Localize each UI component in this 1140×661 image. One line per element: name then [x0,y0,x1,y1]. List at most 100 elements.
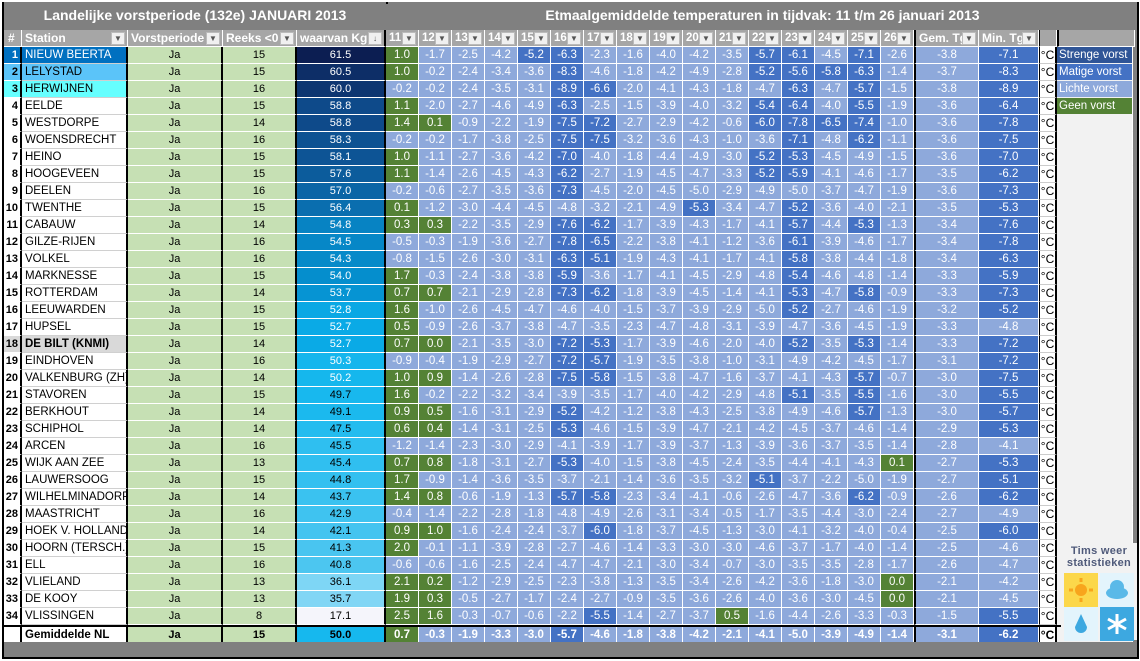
station-name[interactable]: WIJK AAN ZEE [22,455,128,472]
header-day-17[interactable]: 17 ▼ [584,30,617,47]
temp-cell-day-20: -3.7 [683,608,716,625]
filter-dropdown-icon[interactable]: ▼ [534,32,548,45]
station-name[interactable]: DE KOOY [22,591,128,608]
station-name[interactable]: HEINO [22,149,128,166]
filter-dropdown-icon[interactable]: ▼ [765,32,779,45]
header-day-16[interactable]: 16 ▼ [551,30,584,47]
filter-dropdown-icon[interactable]: ▼ [897,32,911,45]
header-reeks[interactable]: Reeks <0 ▼ [223,30,297,47]
station-name[interactable]: HOORN (TERSCH.) [22,540,128,557]
temp-cell-day-21: -0.6 [716,489,749,506]
station-name[interactable]: SCHIPHOL [22,421,128,438]
header-day-23[interactable]: 23 ▼ [782,30,815,47]
station-name[interactable]: CABAUW [22,217,128,234]
header-day-11[interactable]: 11 ▼ [386,30,419,47]
station-name[interactable]: HOEK V. HOLLAND [22,523,128,540]
header-day-19[interactable]: 19 ▼ [650,30,683,47]
header-day-21[interactable]: 21 ▼ [716,30,749,47]
filter-dropdown-icon[interactable]: ▼ [111,32,125,45]
filter-dropdown-icon[interactable]: ▼ [732,32,746,45]
header-day-18[interactable]: 18 ▼ [617,30,650,47]
filter-dropdown-icon[interactable]: ▼ [468,32,482,45]
unit-celsius: °C [1039,540,1057,557]
station-name[interactable]: LELYSTAD [22,64,128,81]
temp-cell-day-20: -4.1 [683,234,716,251]
filter-dropdown-icon[interactable]: ▼ [633,32,647,45]
header-station[interactable]: Station ▼ [22,30,128,47]
station-name[interactable]: TWENTHE [22,200,128,217]
filter-dropdown-icon[interactable]: ▼ [666,32,680,45]
temp-cell-day-14: -4.5 [485,166,518,183]
header-day-22[interactable]: 22 ▼ [749,30,782,47]
temp-cell-day-17: -4.0 [584,455,617,472]
vorstperiode-cell: Ja [128,302,223,319]
station-name[interactable]: VLISSINGEN [22,608,128,625]
station-name[interactable]: VLIELAND [22,574,128,591]
filter-dropdown-icon[interactable]: ▼ [567,32,581,45]
temp-cell-day-11: 0.5 [386,319,419,336]
station-name[interactable]: HUPSEL [22,319,128,336]
station-name[interactable]: ROTTERDAM [22,285,128,302]
filter-dropdown-icon[interactable]: ▼ [600,32,614,45]
station-name[interactable]: WILHELMINADORP [22,489,128,506]
station-name[interactable]: ARCEN [22,438,128,455]
station-name[interactable]: WESTDORPE [22,115,128,132]
filter-dropdown-icon[interactable]: ▼ [501,32,515,45]
filter-dropdown-icon[interactable]: ▼ [280,32,294,45]
temp-cell-day-18: -1.9 [617,166,650,183]
station-name[interactable]: HERWIJNEN [22,81,128,98]
header-day-20[interactable]: 20 ▼ [683,30,716,47]
sort-descending-icon[interactable]: ↓ [368,32,382,45]
station-name[interactable]: ELL [22,557,128,574]
station-name[interactable]: MARKNESSE [22,268,128,285]
station-name[interactable]: BERKHOUT [22,404,128,421]
station-name[interactable]: VOLKEL [22,251,128,268]
temp-cell-day-26: -1.9 [881,302,914,319]
station-name[interactable]: MAASTRICHT [22,506,128,523]
filter-dropdown-icon[interactable]: ▼ [864,32,878,45]
filter-dropdown-icon[interactable]: ▼ [402,32,416,45]
min-tg-cell: -5.3 [979,200,1039,217]
filter-dropdown-icon[interactable]: ▼ [798,32,812,45]
temp-cell-day-26: -1.7 [881,353,914,370]
temp-cell-day-11: 1.1 [386,166,419,183]
header-day-26[interactable]: 26 ▼ [881,30,914,47]
header-day-13[interactable]: 13 ▼ [452,30,485,47]
header-day-12[interactable]: 12 ▼ [419,30,452,47]
header-day-15[interactable]: 15 ▼ [518,30,551,47]
station-name[interactable]: DEELEN [22,183,128,200]
station-name[interactable]: DE BILT (KNMI) [22,336,128,353]
filter-dropdown-icon[interactable]: ▼ [699,32,713,45]
header-day-14[interactable]: 14 ▼ [485,30,518,47]
filter-dropdown-icon[interactable]: ▼ [206,32,220,45]
filter-dropdown-icon[interactable]: ▼ [831,32,845,45]
header-gem-tg[interactable]: Gem. Tg ▼ [914,30,979,47]
station-name[interactable]: STAVOREN [22,387,128,404]
temp-cell-day-20: -4.5 [683,285,716,302]
station-name[interactable]: WOENSDRECHT [22,132,128,149]
station-name[interactable]: LAUWERSOOG [22,472,128,489]
station-name[interactable]: EINDHOVEN [22,353,128,370]
station-name[interactable]: NIEUW BEERTA [22,47,128,64]
filter-dropdown-icon[interactable]: ▼ [962,32,976,45]
header-day-25[interactable]: 25 ▼ [848,30,881,47]
temp-cell-day-25: -4.0 [848,200,881,217]
temp-cell-day-26: -1.9 [881,319,914,336]
station-name[interactable]: LEEUWARDEN [22,302,128,319]
header-min-tg[interactable]: Min. Tg ▼ [979,30,1039,47]
header-vorstperiode[interactable]: Vorstperiode ▼ [128,30,223,47]
unit-celsius: °C [1039,319,1057,336]
temp-cell-day-20: -4.2 [683,115,716,132]
temp-cell-day-19: -3.9 [650,217,683,234]
temp-cell-day-26: -1.8 [881,251,914,268]
header-kg[interactable]: waarvan Kg ↓ [297,30,386,47]
station-name[interactable]: GILZE-RIJEN [22,234,128,251]
filter-dropdown-icon[interactable]: ▼ [1022,32,1036,45]
station-name[interactable]: VALKENBURG (ZH) [22,370,128,387]
station-name[interactable]: HOOGEVEEN [22,166,128,183]
station-name[interactable]: EELDE [22,98,128,115]
filter-dropdown-icon[interactable]: ▼ [435,32,449,45]
header-day-24[interactable]: 24 ▼ [815,30,848,47]
unit-celsius: °C [1039,608,1057,625]
temp-cell-day-17: -5.3 [584,336,617,353]
